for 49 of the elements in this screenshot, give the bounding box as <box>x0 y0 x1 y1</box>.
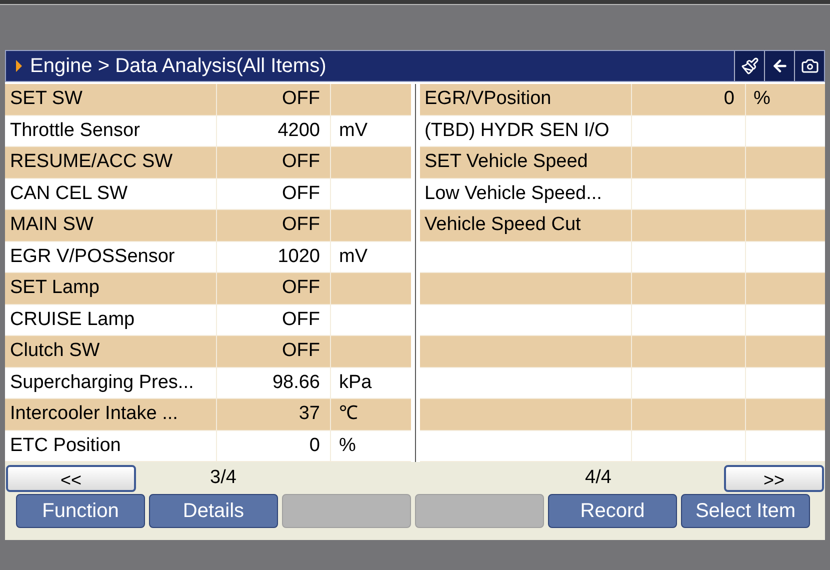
table-cell: RESUME/ACC SW <box>5 147 217 178</box>
table-cell: CAN CEL SW <box>5 178 217 209</box>
function-button[interactable]: Select Item <box>681 494 810 528</box>
table-cell: MAIN SW <box>5 210 217 240</box>
table-cell: Throttle Sensor <box>5 116 217 146</box>
table-cell-text: % <box>752 87 772 111</box>
table-cell: (TBD) HYDR SEN I/O <box>420 116 632 146</box>
breadcrumb: Engine > Data Analysis(All Items) <box>30 54 328 79</box>
function-button[interactable]: Function <box>16 494 145 528</box>
brush-icon[interactable] <box>734 51 764 81</box>
next-page-button[interactable]: >> <box>724 464 824 492</box>
table-cell: 1020 <box>217 242 331 272</box>
page-indicator: 4/4 <box>585 466 612 490</box>
table-cell: OFF <box>217 273 331 304</box>
table-cell-text: kPa <box>338 370 373 394</box>
table-cell: OFF <box>217 147 331 178</box>
table-cell: EGR/VPosition <box>420 84 632 114</box>
table-cell: EGR V/POSSensor <box>5 242 217 272</box>
back-icon[interactable] <box>764 51 794 81</box>
table-cell: ETC Position <box>5 430 217 461</box>
table-cell: Clutch SW <box>5 336 217 366</box>
table-cell: CRUISE Lamp <box>5 304 217 335</box>
table-cell: 0 <box>632 84 746 114</box>
table-cell: 98.66 <box>217 368 331 398</box>
table-cell-text: mV <box>338 118 368 142</box>
table-cell: OFF <box>217 336 331 366</box>
table-cell: OFF <box>217 210 331 240</box>
table-cell: OFF <box>217 84 331 114</box>
table-cell-text: mV <box>338 244 368 268</box>
previous-page-button[interactable]: << <box>6 464 136 492</box>
page-indicator: 3/4 <box>210 466 236 490</box>
table-cell: 4200 <box>217 116 331 146</box>
table-cell: SET Lamp <box>5 273 217 304</box>
table-cell: SET Vehicle Speed <box>420 147 632 178</box>
table-cell: Intercooler Intake ... <box>5 399 217 430</box>
table-cell: 37 <box>217 399 331 430</box>
table-cell: OFF <box>217 304 331 335</box>
table-cell-text: % <box>338 434 357 458</box>
function-button[interactable]: Details <box>149 494 278 528</box>
camera-icon[interactable] <box>794 51 824 81</box>
table-cell: 0 <box>217 430 331 461</box>
table-cell: OFF <box>217 178 331 209</box>
table-cell-text: ℃ <box>338 402 359 426</box>
table-cell: SET SW <box>5 84 217 114</box>
table-cell: Low Vehicle Speed... <box>420 178 632 209</box>
table-cell: Supercharging Pres... <box>5 368 217 398</box>
arrow-icon <box>16 60 22 72</box>
table-cell: Vehicle Speed Cut <box>420 210 632 240</box>
function-button[interactable]: Record <box>548 494 677 528</box>
